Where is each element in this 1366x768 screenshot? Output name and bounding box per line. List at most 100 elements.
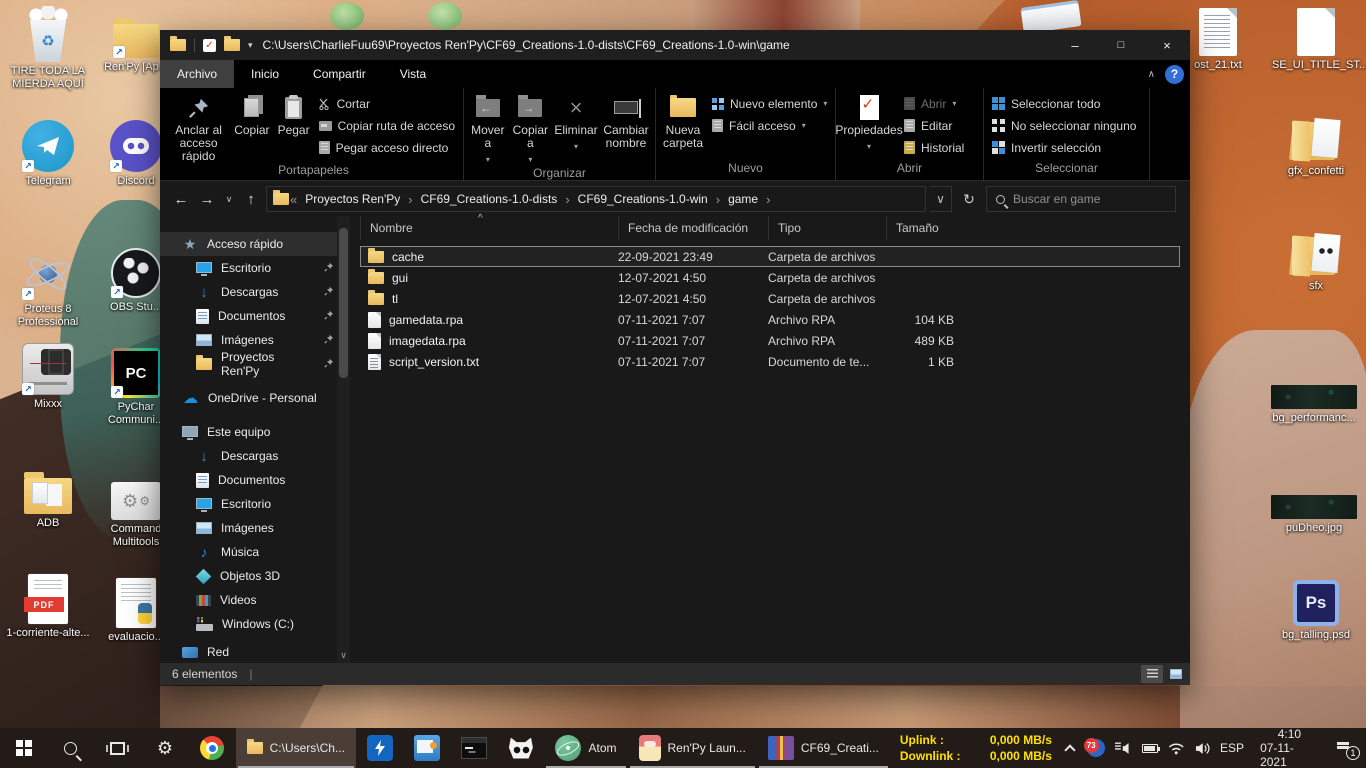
wifi-icon[interactable]	[1168, 742, 1184, 755]
sidebar-item-documentos[interactable]: Documentos	[160, 468, 350, 492]
task-view-button[interactable]	[94, 728, 141, 768]
tab-vista[interactable]: Vista	[383, 60, 443, 88]
titlebar[interactable]: ✓ ▾ C:\Users\CharlieFuu69\Proyectos Ren'…	[160, 30, 1190, 60]
desktop-icon-adb[interactable]: ADB	[4, 472, 92, 530]
new-folder-quick-icon[interactable]	[224, 36, 240, 51]
sidebar-item-este-equipo[interactable]: Este equipo	[160, 420, 350, 444]
sidebar-item-descargas[interactable]: ↓ Descargas	[160, 444, 350, 468]
file-row-gui[interactable]: gui 12-07-2021 4:50 Carpeta de archivos	[360, 267, 1180, 288]
taskbar-winrar-button[interactable]: CF69_Creati...	[757, 728, 890, 768]
breadcrumb-overflow-icon[interactable]: «	[289, 192, 298, 207]
crumb-game[interactable]: game	[721, 187, 765, 211]
sidebar-item-descargas-qa[interactable]: ↓ Descargas	[160, 280, 350, 304]
desktop-icon-pdf[interactable]: PDF 1-corriente-alte...	[4, 574, 92, 640]
sidebar-item-quick-access[interactable]: ★ Acceso rápido	[160, 232, 350, 256]
tab-inicio[interactable]: Inicio	[234, 60, 296, 88]
close-button[interactable]: ×	[1144, 30, 1190, 60]
sidebar-item-musica[interactable]: ♪ Música	[160, 540, 350, 564]
crumb-separator-icon[interactable]: ›	[765, 192, 771, 207]
back-button[interactable]: ←	[170, 191, 192, 208]
collapse-ribbon-icon[interactable]: ∧	[1148, 69, 1155, 80]
sidebar-item-proyectos-renpy[interactable]: Proyectos Ren'Py	[160, 350, 350, 378]
customize-toolbar-icon[interactable]: ▾	[248, 40, 253, 51]
address-dropdown-icon[interactable]: ∨	[930, 186, 952, 212]
sidebar-scrollbar[interactable]: ∨	[337, 216, 350, 663]
breadcrumb[interactable]: « Proyectos Ren'Py › CF69_Creations-1.0-…	[266, 186, 926, 212]
up-button[interactable]: ↑	[240, 191, 262, 208]
sidebar-item-onedrive[interactable]: ☁ OneDrive - Personal	[160, 386, 350, 410]
sidebar-item-objetos-3d[interactable]: Objetos 3D	[160, 564, 350, 588]
copy-path-button[interactable]: Copiar ruta de acceso	[314, 115, 460, 136]
search-input[interactable]	[1013, 192, 1166, 206]
paste-shortcut-button[interactable]: Pegar acceso directo	[314, 137, 460, 158]
properties-quick-icon[interactable]: ✓	[203, 38, 216, 52]
refresh-icon[interactable]: ↻	[956, 186, 982, 212]
desktop-icon-mixxx[interactable]: ↗ Mixxx	[4, 343, 92, 411]
paste-button[interactable]: Pegar	[274, 91, 314, 163]
taskbar-renpy-button[interactable]: Ren'Py Laun...	[628, 728, 757, 768]
file-row-script-version[interactable]: script_version.txt 07-11-2021 7:07 Docum…	[360, 351, 1180, 372]
tab-archivo[interactable]: Archivo	[160, 60, 235, 88]
desktop-icon-sfx[interactable]: sfx	[1268, 232, 1364, 293]
taskbar-cmd-button[interactable]	[450, 728, 497, 768]
column-header-tamano[interactable]: Tamaño	[886, 216, 962, 240]
maximize-button[interactable]: □	[1098, 30, 1144, 60]
cut-button[interactable]: Cortar	[314, 93, 460, 114]
sidebar-item-red[interactable]: Red	[160, 640, 350, 663]
clock[interactable]: 4:10 07-11-2021	[1254, 727, 1325, 768]
crumb-proyectos[interactable]: Proyectos Ren'Py	[298, 187, 407, 211]
start-button[interactable]	[0, 728, 47, 768]
edit-button[interactable]: Editar	[899, 115, 969, 136]
history-button[interactable]: Historial	[899, 137, 969, 158]
column-header-tipo[interactable]: Tipo	[768, 216, 886, 240]
desktop-icon-pudheo-jpg[interactable]: puDheo.jpg	[1264, 495, 1364, 535]
battery-icon[interactable]	[1141, 743, 1160, 753]
move-to-button[interactable]: ← Mover a ▾	[467, 91, 509, 166]
desktop-icon-photoshop-psd[interactable]: Ps bg_talling.psd	[1268, 580, 1364, 642]
search-box[interactable]	[986, 186, 1176, 212]
properties-button[interactable]: ✓ Propiedades ▾	[835, 91, 903, 161]
file-row-cache[interactable]: cache 22-09-2021 23:49 Carpeta de archiv…	[360, 246, 1180, 267]
tray-app-badge[interactable]: 73	[1083, 738, 1106, 758]
recent-locations-icon[interactable]: ∨	[222, 194, 236, 205]
tab-compartir[interactable]: Compartir	[296, 60, 383, 88]
sidebar-item-escritorio-qa[interactable]: Escritorio	[160, 256, 350, 280]
sidebar-item-windows-c[interactable]: Windows (C:)	[160, 612, 350, 636]
rename-button[interactable]: Cambiar nombre	[600, 91, 652, 166]
invert-selection-button[interactable]: Invertir selección	[987, 137, 1141, 158]
sidebar-item-documentos-qa[interactable]: Documentos	[160, 304, 350, 328]
sidebar-item-escritorio[interactable]: Escritorio	[160, 492, 350, 516]
volume-mixer-icon[interactable]	[1115, 741, 1131, 755]
sidebar-item-imagenes-qa[interactable]: Imágenes	[160, 328, 350, 352]
settings-button[interactable]: ⚙	[141, 728, 188, 768]
desktop-icon-bg-performance[interactable]: bg_performanc...	[1264, 385, 1364, 425]
open-button[interactable]: Abrir ▾	[899, 93, 969, 114]
taskbar-lightshot-button[interactable]	[356, 728, 403, 768]
column-header-fecha[interactable]: Fecha de modificación	[618, 216, 768, 240]
taskbar-sysinfo-button[interactable]	[403, 728, 450, 768]
select-all-button[interactable]: Seleccionar todo	[987, 93, 1141, 114]
file-row-tl[interactable]: tl 12-07-2021 4:50 Carpeta de archivos	[360, 288, 1180, 309]
desktop-icon-se-ui-title[interactable]: SE_UI_TITLE_ST...	[1268, 8, 1366, 72]
details-view-button[interactable]	[1141, 665, 1163, 683]
file-row-imagedata[interactable]: imagedata.rpa 07-11-2021 7:07 Archivo RP…	[360, 330, 1180, 351]
copy-button[interactable]: Copiar	[230, 91, 273, 163]
taskbar-foobar-button[interactable]	[497, 728, 544, 768]
crumb-dists[interactable]: CF69_Creations-1.0-dists	[414, 187, 565, 211]
taskbar-search-button[interactable]	[47, 728, 94, 768]
chrome-button[interactable]	[189, 728, 236, 768]
desktop-icon-proteus[interactable]: ↗ Proteus 8 Professional	[4, 248, 92, 329]
delete-button[interactable]: × Eliminar ▾	[552, 91, 600, 166]
scrollbar-down-icon[interactable]: ∨	[337, 650, 350, 661]
desktop-icon-recycle-bin[interactable]: ♻ TIRE TODA LA MIERDA AQUÍ	[4, 6, 92, 91]
help-icon[interactable]: ?	[1165, 64, 1184, 84]
crumb-win[interactable]: CF69_Creations-1.0-win	[571, 187, 715, 211]
easy-access-button[interactable]: Fácil acceso ▾	[707, 115, 832, 136]
scrollbar-thumb[interactable]	[339, 228, 348, 378]
column-header-nombre[interactable]: Nombre	[360, 216, 618, 240]
show-hidden-icons-icon[interactable]	[1064, 743, 1076, 756]
new-folder-button[interactable]: Nueva carpeta	[659, 91, 707, 161]
select-none-button[interactable]: No seleccionar ninguno	[987, 115, 1141, 136]
minimize-button[interactable]: –	[1052, 30, 1098, 60]
copy-to-button[interactable]: → Copiar a ▾	[509, 91, 552, 166]
